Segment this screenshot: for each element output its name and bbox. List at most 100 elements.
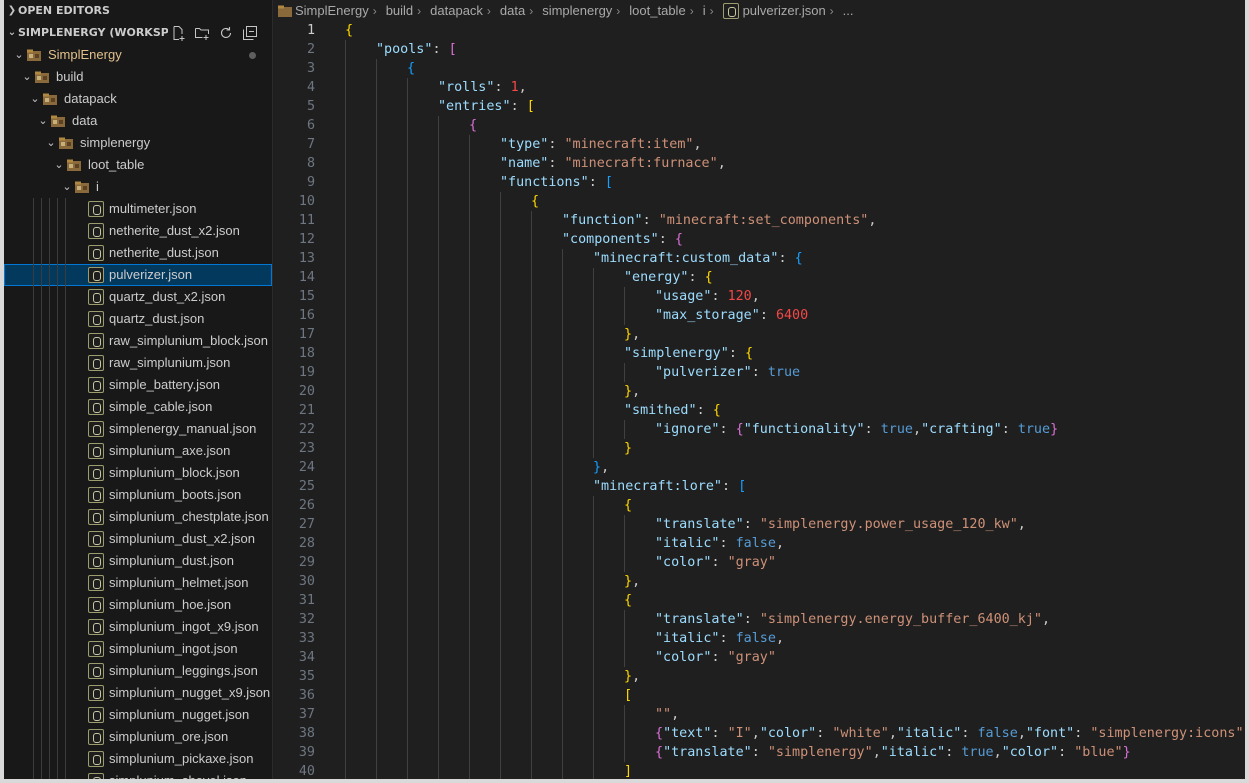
new-folder-icon[interactable] [192,24,212,42]
breadcrumb-item[interactable]: i [703,0,706,22]
file-row[interactable]: simplunium_shovel.json [4,770,272,779]
code-line[interactable]: 38 {"text": "I","color": "white","italic"… [273,724,1245,743]
code-line[interactable]: 35}, [273,667,1245,686]
code-line[interactable]: 20}, [273,382,1245,401]
file-row[interactable]: simplenergy_manual.json [4,418,272,440]
code-line[interactable]: 6{ [273,116,1245,135]
code-line[interactable]: 8 "name": "minecraft:furnace", [273,154,1245,173]
code-token: "simplenergy" [624,346,729,361]
file-row[interactable]: simplunium_axe.json [4,440,272,462]
code-line[interactable]: 32 "translate": "simplenergy.energy_buffe… [273,610,1245,629]
code-line[interactable]: 28 "italic": false, [273,534,1245,553]
file-row[interactable]: simplunium_ingot.json [4,638,272,660]
file-row[interactable]: simplunium_ore.json [4,726,272,748]
breadcrumb-item[interactable]: SimplEnergy [295,0,369,22]
code-line[interactable]: 27 "translate": "simplenergy.power_usage_… [273,515,1245,534]
code-line[interactable]: 17}, [273,325,1245,344]
code-line[interactable]: 39 {"translate": "simplenergy","italic": … [273,743,1245,762]
code-line[interactable]: 2 "pools": [ [273,40,1245,59]
code-line[interactable]: 1{ [273,21,1245,40]
chevron-down-icon[interactable]: ⌄ [52,154,66,176]
breadcrumb-item[interactable]: simplenergy [542,0,612,22]
file-row[interactable]: simplunium_pickaxe.json [4,748,272,770]
file-row[interactable]: multimeter.json [4,198,272,220]
code-line[interactable]: 13 "minecraft:custom_data": { [273,249,1245,268]
code-line[interactable]: 23} [273,439,1245,458]
folder-row[interactable]: ⌄ i [4,176,272,198]
file-row[interactable]: netherite_dust_x2.json [4,220,272,242]
code-line[interactable]: 10 { [273,192,1245,211]
code-line[interactable]: 7 "type": "minecraft:item", [273,135,1245,154]
folder-row[interactable]: ⌄ data [4,110,272,132]
chevron-down-icon[interactable]: ⌄ [36,110,50,132]
folder-row[interactable]: ⌄ datapack [4,88,272,110]
file-row[interactable]: raw_simplunium.json [4,352,272,374]
workspace-header[interactable]: ⌄ SIMPLENERGY (WORKSPA... [4,22,272,44]
code-line[interactable]: 25 "minecraft:lore": [ [273,477,1245,496]
file-row[interactable]: simplunium_dust.json [4,550,272,572]
code-line[interactable]: 29 "color": "gray" [273,553,1245,572]
file-row[interactable]: simplunium_leggings.json [4,660,272,682]
code-line[interactable]: 31 { [273,591,1245,610]
folder-row[interactable]: ⌄ simplenergy [4,132,272,154]
code-line[interactable]: 30}, [273,572,1245,591]
code-area[interactable]: 1{2 "pools": [3{4 "rolls": 1, 5 "entries": [… [273,21,1245,779]
file-row[interactable]: simplunium_chestplate.json [4,506,272,528]
file-row[interactable]: raw_simplunium_block.json [4,330,272,352]
code-line[interactable]: 36 [ [273,686,1245,705]
file-row[interactable]: netherite_dust.json [4,242,272,264]
file-row[interactable]: quartz_dust_x2.json [4,286,272,308]
code-line[interactable]: 40] [273,762,1245,779]
code-line[interactable]: 21 "smithed": { [273,401,1245,420]
breadcrumb-item[interactable]: ... [843,0,854,22]
breadcrumb-item[interactable]: pulverizer.json [743,0,826,22]
code-line[interactable]: 24}, [273,458,1245,477]
open-editors-header[interactable]: ❯ OPEN EDITORS [4,0,272,22]
code-line[interactable]: 5 "entries": [ [273,97,1245,116]
folder-row[interactable]: ⌄ loot_table [4,154,272,176]
code-line[interactable]: 37 "", [273,705,1245,724]
breadcrumb-item[interactable]: loot_table [629,0,685,22]
file-row[interactable]: simplunium_nugget_x9.json [4,682,272,704]
code-line[interactable]: 15 "usage": 120, [273,287,1245,306]
file-row[interactable]: simplunium_helmet.json [4,572,272,594]
file-row[interactable]: simplunium_dust_x2.json [4,528,272,550]
collapse-all-icon[interactable] [240,24,260,42]
code-line[interactable]: 12 "components": { [273,230,1245,249]
chevron-down-icon[interactable]: ⌄ [28,88,42,110]
chevron-down-icon[interactable]: ⌄ [44,132,58,154]
file-row[interactable]: simple_battery.json [4,374,272,396]
breadcrumb-item[interactable]: data [500,0,525,22]
code-line[interactable]: 3{ [273,59,1245,78]
chevron-down-icon[interactable]: ⌄ [20,66,34,88]
refresh-icon[interactable] [216,24,236,42]
file-row[interactable]: simplunium_ingot_x9.json [4,616,272,638]
folder-row[interactable]: ⌄ SimplEnergy [4,44,272,66]
chevron-down-icon[interactable]: ⌄ [60,176,74,198]
code-line[interactable]: 26 { [273,496,1245,515]
breadcrumb-item[interactable]: datapack [430,0,483,22]
code-line[interactable]: 11 "function": "minecraft:set_components"… [273,211,1245,230]
folder-row[interactable]: ⌄ build [4,66,272,88]
code-line[interactable]: 22 "ignore": {"functionality": true,"craf… [273,420,1245,439]
chevron-down-icon[interactable]: ⌄ [12,44,26,66]
file-row[interactable]: quartz_dust.json [4,308,272,330]
file-row[interactable]: simplunium_hoe.json [4,594,272,616]
code-line[interactable]: 14 "energy": { [273,268,1245,287]
file-row[interactable]: simplunium_nugget.json [4,704,272,726]
code-line[interactable]: 4 "rolls": 1, [273,78,1245,97]
file-row[interactable]: simple_cable.json [4,396,272,418]
code-line[interactable]: 9 "functions": [ [273,173,1245,192]
code-token: "pulverizer" [655,365,752,380]
code-line[interactable]: 19 "pulverizer": true [273,363,1245,382]
code-line[interactable]: 18 "simplenergy": { [273,344,1245,363]
json-file-icon [88,509,104,525]
breadcrumb-item[interactable]: build [386,0,413,22]
file-row[interactable]: simplunium_block.json [4,462,272,484]
code-line[interactable]: 33 "italic": false, [273,629,1245,648]
code-line[interactable]: 34 "color": "gray" [273,648,1245,667]
code-line[interactable]: 16 "max_storage": 6400 [273,306,1245,325]
file-row[interactable]: simplunium_boots.json [4,484,272,506]
file-row[interactable]: pulverizer.json [4,264,272,286]
new-file-icon[interactable] [168,24,188,42]
